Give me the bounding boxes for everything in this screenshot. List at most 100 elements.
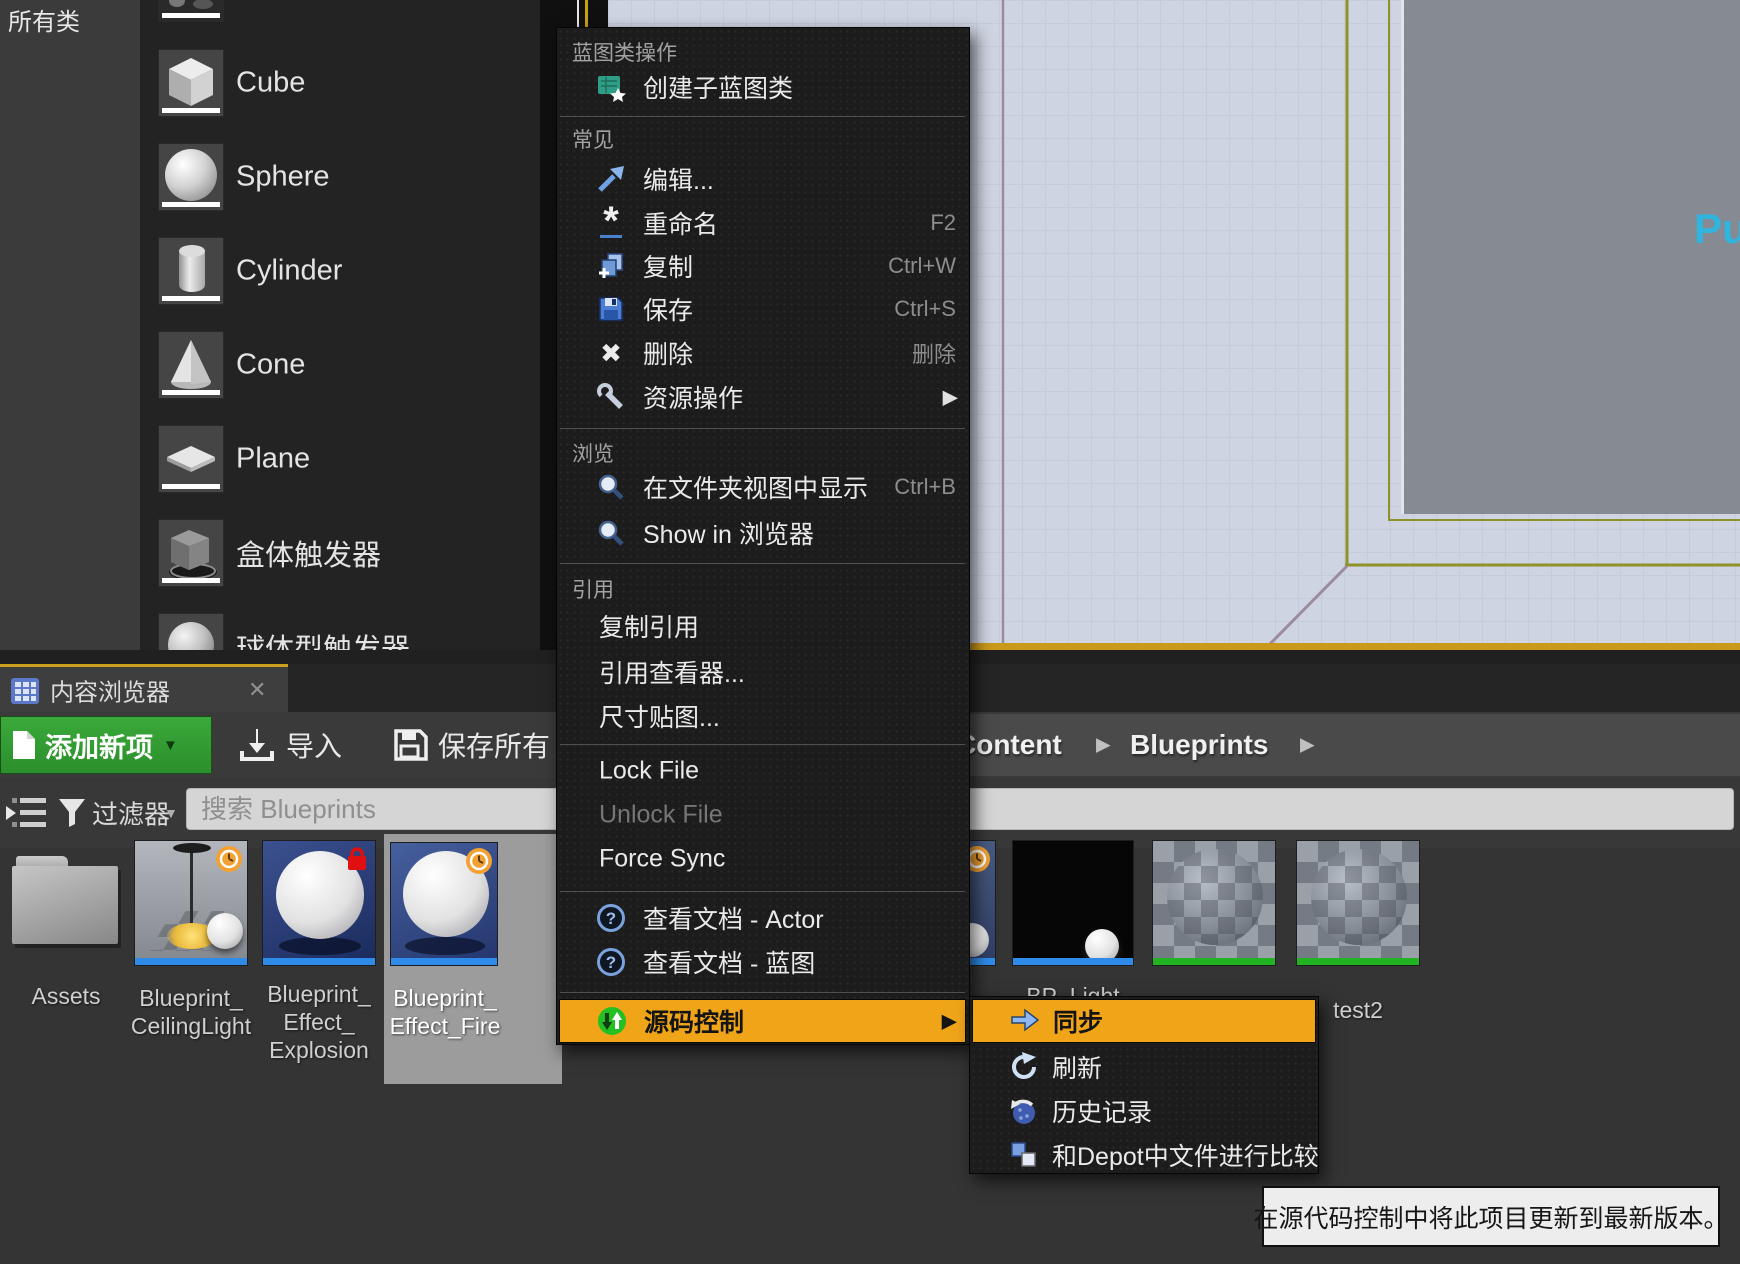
edit-icon bbox=[595, 163, 627, 195]
add-new-label: 添加新项 bbox=[45, 726, 153, 765]
list-item[interactable] bbox=[140, 0, 540, 22]
asset-label[interactable]: Assets bbox=[6, 982, 126, 1010]
breadcrumb-item-content[interactable]: Content bbox=[956, 729, 1062, 761]
class-label: Cone bbox=[236, 349, 305, 382]
source-control-icon bbox=[596, 1005, 628, 1037]
breadcrumb-arrow-icon[interactable]: ▶ bbox=[1096, 734, 1111, 757]
asset-thumb-blueprint-effect-fire[interactable] bbox=[390, 842, 498, 966]
sources-panel-toggle-icon[interactable] bbox=[4, 792, 50, 834]
sphere-trigger-icon bbox=[158, 613, 224, 650]
save-all-icon bbox=[392, 727, 428, 763]
menu-item-view-doc-blueprint[interactable]: ? 查看文档 - 蓝图 bbox=[559, 941, 966, 983]
asset-thumb-sphere-material[interactable] bbox=[1152, 840, 1276, 966]
lamp-shade bbox=[173, 843, 211, 853]
submenu-arrow-icon: ▶ bbox=[943, 385, 958, 410]
add-new-button[interactable]: 添加新项 ▼ bbox=[0, 716, 212, 774]
list-item-cube[interactable]: Cube bbox=[140, 49, 540, 117]
menu-item-show-in-explorer[interactable]: Show in 浏览器 bbox=[559, 512, 966, 554]
filter-label[interactable]: 过滤器 bbox=[92, 795, 170, 832]
placeable-class-list[interactable]: Cube Sphere Cylinder Cone bbox=[140, 0, 540, 650]
source-control-submenu: 同步 刷新 历史记录 和Depot中文件进行比较 bbox=[969, 996, 1319, 1174]
cube-icon bbox=[158, 49, 224, 117]
menu-item-asset-actions[interactable]: 资源操作 ▶ bbox=[559, 376, 966, 418]
tooltip-text: 在源代码控制中将此项目更新到最新版本。 bbox=[1254, 1199, 1729, 1235]
rename-icon: * bbox=[595, 207, 627, 239]
list-item-plane[interactable]: Plane bbox=[140, 425, 540, 493]
lamp-rod bbox=[190, 847, 193, 925]
menu-item-reference-viewer[interactable]: 引用查看器... bbox=[559, 651, 966, 693]
tab-label: 内容浏览器 bbox=[50, 672, 170, 707]
refresh-icon bbox=[1008, 1051, 1040, 1083]
menu-item-force-sync[interactable]: Force Sync bbox=[559, 838, 966, 880]
asset-type-bar bbox=[1297, 958, 1419, 965]
box-trigger-icon bbox=[158, 519, 224, 587]
class-label: Sphere bbox=[236, 161, 330, 194]
lock-badge-icon bbox=[343, 845, 371, 873]
list-item-sphere-trigger[interactable]: 球体型触发器 bbox=[140, 613, 540, 650]
import-button[interactable]: 导入 bbox=[238, 716, 342, 774]
save-icon bbox=[595, 293, 627, 325]
new-page-icon bbox=[11, 729, 37, 761]
close-icon[interactable]: ✕ bbox=[248, 677, 266, 703]
class-thumbnail bbox=[158, 0, 224, 22]
submenu-item-diff-against-depot[interactable]: 和Depot中文件进行比较 bbox=[972, 1134, 1316, 1176]
class-label: Cube bbox=[236, 67, 305, 100]
list-item-cone[interactable]: Cone bbox=[140, 331, 540, 399]
svg-text:?: ? bbox=[606, 909, 616, 928]
menu-item-create-child-blueprint[interactable]: 创建子蓝图类 bbox=[559, 66, 966, 108]
tab-content-browser[interactable]: 内容浏览器 ✕ bbox=[0, 664, 288, 712]
unreal-editor-window: 所有类 Cube Sphere bbox=[0, 0, 1740, 1264]
submenu-item-history[interactable]: 历史记录 bbox=[972, 1090, 1316, 1132]
clock-badge-icon bbox=[465, 847, 493, 875]
menu-item-rename[interactable]: * 重命名 F2 bbox=[559, 202, 966, 244]
asset-label[interactable]: Blueprint_CeilingLight bbox=[126, 984, 256, 1040]
menu-separator bbox=[560, 116, 965, 117]
list-item-cylinder[interactable]: Cylinder bbox=[140, 237, 540, 305]
magnifier-icon bbox=[595, 517, 627, 549]
menu-separator bbox=[560, 891, 965, 892]
plane-icon bbox=[158, 425, 224, 493]
breadcrumb-arrow-icon[interactable]: ▶ bbox=[1300, 734, 1315, 757]
asset-thumb-test2[interactable] bbox=[1296, 840, 1420, 966]
menu-item-duplicate[interactable]: 复制 Ctrl+W bbox=[559, 245, 966, 287]
asset-type-bar bbox=[391, 958, 497, 965]
delete-x-icon: ✖ bbox=[595, 337, 627, 369]
breadcrumb-item-blueprints[interactable]: Blueprints bbox=[1130, 729, 1268, 761]
menu-item-source-control[interactable]: 源码控制 ▶ bbox=[559, 999, 966, 1043]
asset-label[interactable]: Blueprint_Effect_Fire bbox=[382, 984, 508, 1040]
filter-funnel-icon[interactable] bbox=[58, 798, 86, 828]
asset-thumb-blueprint-effect-explosion[interactable] bbox=[262, 840, 376, 966]
filter-chevron-down-icon[interactable]: ▼ bbox=[164, 805, 178, 821]
diff-files-icon bbox=[1008, 1139, 1040, 1171]
cone-icon bbox=[158, 331, 224, 399]
menu-item-view-doc-actor[interactable]: ? 查看文档 - Actor bbox=[559, 897, 966, 939]
menu-item-save[interactable]: 保存 Ctrl+S bbox=[559, 288, 966, 330]
menu-item-show-in-folder[interactable]: 在文件夹视图中显示 Ctrl+B bbox=[559, 466, 966, 508]
clock-badge-icon bbox=[215, 845, 243, 873]
asset-type-bar bbox=[263, 958, 375, 965]
duplicate-icon bbox=[595, 250, 627, 282]
import-label: 导入 bbox=[286, 725, 342, 765]
asset-thumb-blueprint-ceilinglight[interactable] bbox=[134, 840, 248, 966]
asset-label[interactable]: Blueprint_Effect_Explosion bbox=[254, 980, 384, 1064]
menu-section-header: 常见 bbox=[572, 124, 614, 154]
submenu-item-refresh[interactable]: 刷新 bbox=[972, 1046, 1316, 1088]
submenu-arrow-icon: ▶ bbox=[942, 1009, 957, 1034]
content-browser-grid-icon bbox=[10, 677, 40, 705]
menu-item-lock-file[interactable]: Lock File bbox=[559, 750, 966, 792]
menu-item-edit[interactable]: 编辑... bbox=[559, 158, 966, 200]
create-child-blueprint-icon bbox=[595, 71, 627, 103]
list-item-sphere[interactable]: Sphere bbox=[140, 143, 540, 211]
asset-type-bar bbox=[135, 958, 247, 965]
question-circle-icon: ? bbox=[595, 946, 627, 978]
menu-item-delete[interactable]: ✖ 删除 删除 bbox=[559, 332, 966, 374]
menu-item-size-map[interactable]: 尺寸贴图... bbox=[559, 695, 966, 737]
menu-item-copy-reference[interactable]: 复制引用 bbox=[559, 605, 966, 647]
menu-separator bbox=[560, 428, 965, 429]
asset-folder-assets[interactable] bbox=[12, 856, 120, 948]
asset-thumb-bp-light[interactable] bbox=[1012, 840, 1134, 966]
list-item-box-trigger[interactable]: 盒体触发器 bbox=[140, 519, 540, 587]
submenu-item-sync[interactable]: 同步 bbox=[972, 999, 1316, 1043]
save-all-button[interactable]: 保存所有 bbox=[392, 716, 550, 774]
asset-type-bar bbox=[1153, 958, 1275, 965]
